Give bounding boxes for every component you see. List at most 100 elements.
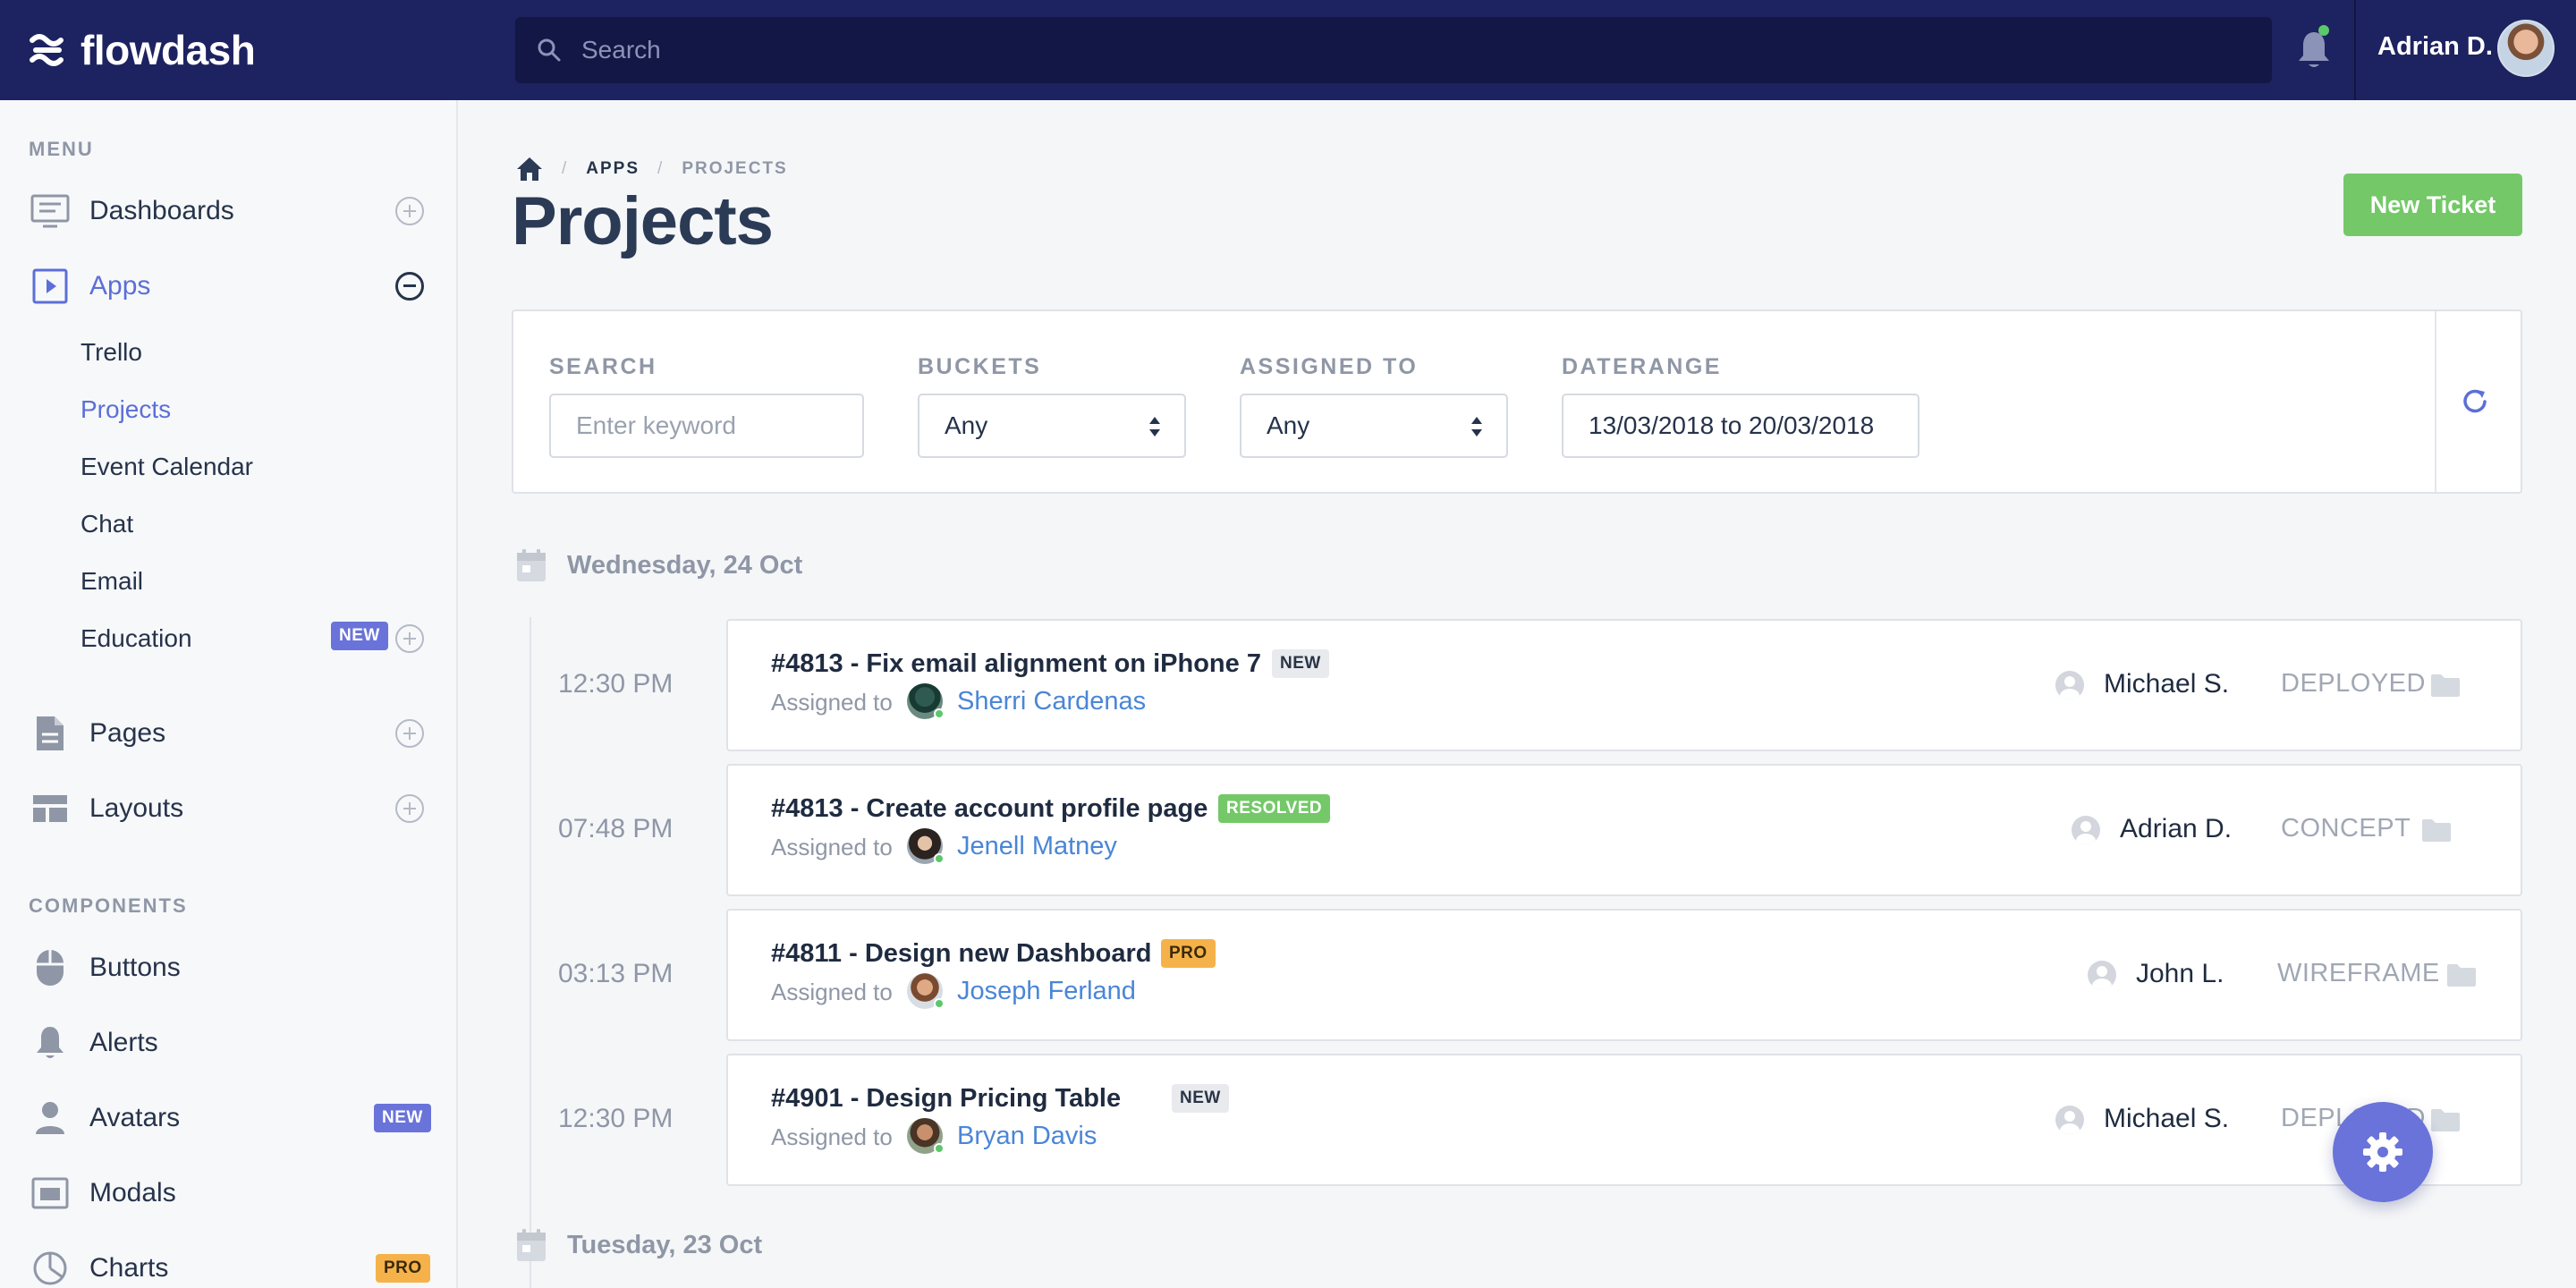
sidebar-sub-email[interactable]: Email <box>80 567 143 596</box>
sidebar-sub-trello[interactable]: Trello <box>80 338 142 367</box>
pie-chart-icon <box>30 1249 70 1288</box>
sidebar-item-alerts[interactable]: Alerts <box>0 1014 456 1072</box>
sidebar-item-pages[interactable]: Pages <box>0 705 456 762</box>
owner-user-icon <box>2088 961 2116 989</box>
expand-pages-icon[interactable] <box>395 719 424 748</box>
sidebar-sub-education[interactable]: Education <box>80 624 192 653</box>
avatars-new-badge: NEW <box>374 1104 431 1132</box>
ticket-stage: DEPLOYED <box>2281 669 2426 698</box>
brand[interactable]: flowdash <box>27 21 256 79</box>
filter-panel: SEARCH BUCKETS Any ASSIGNED TO Any DATER… <box>512 309 2522 494</box>
calendar-icon <box>517 1229 546 1261</box>
sidebar-sub-projects[interactable]: Projects <box>80 395 171 424</box>
folder-icon[interactable] <box>2429 673 2462 698</box>
assigned-to-select[interactable]: Any <box>1240 394 1508 458</box>
sidebar-item-label: Buttons <box>89 953 181 982</box>
keyword-search-input[interactable] <box>549 394 864 458</box>
new-ticket-button[interactable]: New Ticket <box>2343 174 2522 236</box>
sidebar-item-label: Layouts <box>89 793 184 823</box>
expand-dashboards-icon[interactable] <box>395 197 424 225</box>
expand-layouts-icon[interactable] <box>395 794 424 823</box>
ticket-card[interactable]: #4901 - Design Pricing Table NEW Assigne… <box>726 1054 2522 1186</box>
sidebar-item-modals[interactable]: Modals <box>0 1165 456 1222</box>
education-new-badge: NEW <box>331 622 388 650</box>
mouse-icon <box>30 948 70 987</box>
sidebar-item-charts[interactable]: Charts PRO <box>0 1240 456 1288</box>
day-header: Wednesday, 24 Oct <box>515 547 802 583</box>
breadcrumb: / APPS / PROJECTS <box>515 156 788 182</box>
navbar-divider <box>2354 0 2356 100</box>
ticket-title[interactable]: #4813 - Create account profile page <box>771 794 1208 824</box>
ticket-card[interactable]: #4813 - Create account profile page RESO… <box>726 764 2522 896</box>
search-icon <box>538 38 561 62</box>
sidebar-sub-event-calendar[interactable]: Event Calendar <box>80 453 253 481</box>
breadcrumb-apps[interactable]: APPS <box>586 159 640 179</box>
dashboard-icon <box>30 191 70 231</box>
expand-education-icon[interactable] <box>395 624 424 653</box>
refresh-icon[interactable] <box>2458 385 2492 419</box>
folder-icon[interactable] <box>2420 818 2453 843</box>
ticket-card[interactable]: #4811 - Design new Dashboard PRO Assigne… <box>726 909 2522 1041</box>
charts-pro-badge: PRO <box>376 1254 430 1283</box>
buckets-selected-value: Any <box>945 411 988 439</box>
brand-name: flowdash <box>80 27 256 73</box>
ticket-card[interactable]: #4813 - Fix email alignment on iPhone 7 … <box>726 619 2522 751</box>
daterange-value: 13/03/2018 to 20/03/2018 <box>1589 411 1875 439</box>
ticket-owner: Michael S. <box>2104 1104 2230 1133</box>
settings-fab-button[interactable] <box>2333 1102 2433 1202</box>
top-navbar: flowdash Search Adrian D. <box>0 0 2576 100</box>
ticket-title[interactable]: #4813 - Fix email alignment on iPhone 7 <box>771 649 1261 679</box>
sidebar-item-apps[interactable]: Apps <box>0 258 456 315</box>
notifications-bell-icon[interactable] <box>2295 29 2333 72</box>
ticket-time: 07:48 PM <box>558 814 674 843</box>
sidebar-item-label: Alerts <box>89 1028 158 1057</box>
assignee-link[interactable]: Sherri Cardenas <box>957 687 1146 716</box>
day-label: Wednesday, 24 Oct <box>567 550 803 580</box>
folder-icon[interactable] <box>2445 962 2478 987</box>
ticket-time: 03:13 PM <box>558 959 674 988</box>
sidebar-item-layouts[interactable]: Layouts <box>0 780 456 837</box>
daterange-input[interactable]: 13/03/2018 to 20/03/2018 <box>1562 394 1919 458</box>
assigned-selected-value: Any <box>1267 411 1310 439</box>
sidebar-item-label: Pages <box>89 718 166 748</box>
ticket-title[interactable]: #4901 - Design Pricing Table <box>771 1084 1121 1114</box>
collapse-apps-icon[interactable] <box>395 272 424 301</box>
sidebar-item-label: Avatars <box>89 1103 181 1132</box>
sidebar-item-buttons[interactable]: Buttons <box>0 939 456 996</box>
assigned-to-label: Assigned to <box>771 689 893 716</box>
home-icon[interactable] <box>515 156 544 182</box>
sidebar-item-avatars[interactable]: Avatars NEW <box>0 1089 456 1147</box>
page-title: Projects <box>512 183 774 259</box>
breadcrumb-separator: / <box>562 159 569 178</box>
timeline-line <box>530 617 531 1288</box>
global-search-placeholder: Search <box>581 36 661 64</box>
user-avatar[interactable] <box>2497 20 2555 77</box>
assigned-filter-label: ASSIGNED TO <box>1240 354 1419 379</box>
buckets-select[interactable]: Any <box>918 394 1186 458</box>
ticket-title[interactable]: #4811 - Design new Dashboard <box>771 939 1151 969</box>
ticket-stage: WIREFRAME <box>2277 959 2440 987</box>
sidebar-item-dashboards[interactable]: Dashboards <box>0 182 456 240</box>
ticket-status-badge: NEW <box>1272 649 1329 678</box>
sidebar-sub-chat[interactable]: Chat <box>80 510 133 538</box>
assignee-link[interactable]: Bryan Davis <box>957 1122 1097 1151</box>
ticket-stage: CONCEPT <box>2281 814 2411 843</box>
user-name[interactable]: Adrian D. <box>2377 32 2493 62</box>
ticket-status-badge: RESOLVED <box>1218 794 1331 823</box>
ticket-owner: Michael S. <box>2104 669 2230 699</box>
online-indicator <box>934 708 945 719</box>
online-indicator <box>934 1143 945 1154</box>
breadcrumb-projects: PROJECTS <box>682 159 788 178</box>
owner-user-icon <box>2072 816 2100 844</box>
folder-icon[interactable] <box>2429 1107 2462 1132</box>
notification-indicator <box>2318 25 2329 36</box>
assignee-link[interactable]: Jenell Matney <box>957 832 1117 861</box>
assignee-link[interactable]: Joseph Ferland <box>957 977 1136 1006</box>
online-indicator <box>934 853 945 864</box>
person-icon <box>30 1098 70 1138</box>
gear-icon <box>2363 1132 2402 1172</box>
daterange-filter-label: DATERANGE <box>1562 354 1722 379</box>
assigned-to-label: Assigned to <box>771 1123 893 1150</box>
ticket-time: 12:30 PM <box>558 669 674 699</box>
global-search[interactable]: Search <box>515 17 2272 83</box>
